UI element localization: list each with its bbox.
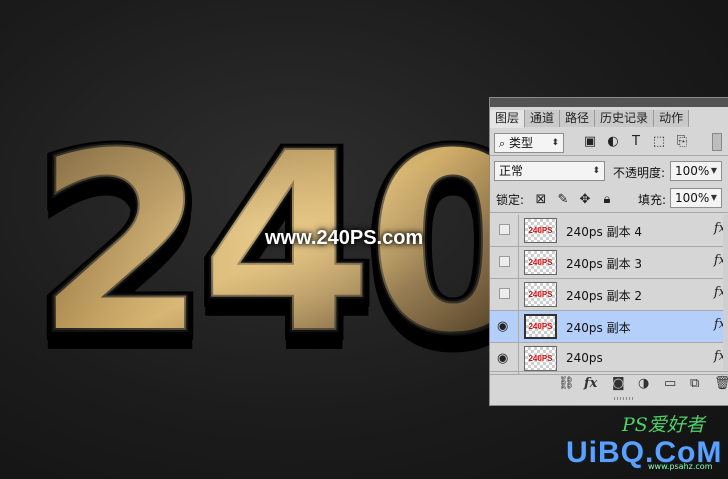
tab-channels[interactable]: 通道 xyxy=(525,110,561,127)
lock-transparent-pixels-icon[interactable]: ⊠ xyxy=(534,192,548,207)
divider xyxy=(490,155,728,156)
opacity-label: 不透明度: xyxy=(613,166,666,180)
lock-image-pixels-icon[interactable]: ✎ xyxy=(556,192,570,207)
watermark-text: www.240PS.com xyxy=(265,227,424,249)
visibility-off-box xyxy=(499,288,510,299)
lock-position-icon[interactable]: ✥ xyxy=(578,192,592,207)
visibility-toggle[interactable]: ◉ xyxy=(490,311,519,342)
site-logo-sub: www.psahz.com xyxy=(648,462,713,471)
lock-all-icon[interactable]: 🔒︎ xyxy=(600,192,614,207)
layer-row[interactable]: 240PS 240ps 副本 3 fx xyxy=(490,247,728,279)
fx-icon[interactable]: fx xyxy=(584,376,597,391)
chevron-down-icon: ▼ xyxy=(710,166,717,175)
shape-filter-icon[interactable]: ⬚ xyxy=(652,134,666,149)
layer-thumbnail: 240PS xyxy=(524,346,557,371)
visibility-toggle[interactable] xyxy=(490,279,519,310)
eye-icon: ◉ xyxy=(497,351,509,366)
mask-icon[interactable]: ◙ xyxy=(612,376,625,391)
layers-panel: 图层 通道 路径 历史记录 动作 ⌕ 类型 ⬍ ▣ ◐ T ⬚ ⎘ 正常 ⬍ 不… xyxy=(489,97,728,406)
tab-layers[interactable]: 图层 xyxy=(490,110,526,128)
lock-label: 锁定: xyxy=(496,193,525,207)
opacity-value: 100% xyxy=(675,164,710,178)
layer-thumbnail: 240PS xyxy=(524,282,557,307)
visibility-toggle[interactable]: ◉ xyxy=(490,343,519,374)
resize-grip[interactable] xyxy=(614,397,634,400)
blend-row: 正常 ⬍ 不透明度: 100% ▼ xyxy=(490,159,728,183)
divider xyxy=(490,212,728,213)
layer-row-selected[interactable]: ◉ 240PS 240ps 副本 fx xyxy=(490,311,728,343)
tab-history[interactable]: 历史记录 xyxy=(595,110,655,127)
trash-icon[interactable]: 🗑︎ xyxy=(714,376,728,391)
layer-name: 240ps 副本 4 xyxy=(566,225,643,239)
chevron-down-icon: ▼ xyxy=(710,193,717,202)
smart-object-filter-icon[interactable]: ⎘ xyxy=(675,134,689,149)
layer-name: 240ps 副本 2 xyxy=(566,289,643,303)
visibility-off-box xyxy=(499,256,510,267)
tab-actions[interactable]: 动作 xyxy=(654,110,690,127)
adjustment-filter-icon[interactable]: ◐ xyxy=(606,134,620,149)
layer-name: 240ps 副本 3 xyxy=(566,257,643,271)
panel-tabs: 图层 通道 路径 历史记录 动作 xyxy=(490,110,690,128)
adjustment-icon[interactable]: ◑ xyxy=(638,376,649,391)
rusty-3d-text: 240 240 240 240 xyxy=(27,94,547,408)
layer-row[interactable]: 240PS 240ps 副本 4 fx xyxy=(490,215,728,247)
lock-row: 锁定: ⊠ ✎ ✥ 🔒︎ 填充: 100% ▼ xyxy=(490,188,728,210)
visibility-toggle[interactable] xyxy=(490,215,519,246)
layer-thumbnail: 240PS xyxy=(524,218,557,243)
filter-type-label: 类型 xyxy=(509,136,534,150)
fill-input[interactable]: 100% ▼ xyxy=(670,188,722,208)
layers-scrollbar[interactable] xyxy=(723,215,728,370)
type-filter-icon[interactable]: T xyxy=(629,134,643,149)
fill-label: 填充: xyxy=(638,193,667,207)
pixel-filter-icon[interactable]: ▣ xyxy=(583,134,597,149)
layer-thumbnail: 240PS xyxy=(524,250,557,275)
tab-paths[interactable]: 路径 xyxy=(560,110,596,127)
link-icon[interactable]: ⛓ xyxy=(558,376,575,391)
panel-header-strip[interactable] xyxy=(490,98,728,107)
panel-footer: ⛓ fx ◙ ◑ ▭ ⧉ 🗑︎ xyxy=(490,374,728,394)
folder-icon[interactable]: ▭ xyxy=(664,376,676,391)
visibility-toggle[interactable] xyxy=(490,247,519,278)
search-icon: ⌕ xyxy=(499,137,506,150)
layer-row[interactable]: 240PS 240ps 副本 2 fx xyxy=(490,279,728,311)
filter-toggle-switch[interactable] xyxy=(712,133,722,151)
blend-mode-select[interactable]: 正常 ⬍ xyxy=(494,161,605,181)
divider xyxy=(490,371,728,372)
layers-list: 240PS 240ps 副本 4 fx 240PS 240ps 副本 3 fx … xyxy=(490,215,728,375)
fill-value: 100% xyxy=(675,191,710,205)
filter-row: ⌕ 类型 ⬍ ▣ ◐ T ⬚ ⎘ xyxy=(490,131,728,155)
site-logo-cn: PS爱好者 xyxy=(622,414,705,436)
new-layer-icon[interactable]: ⧉ xyxy=(690,376,699,391)
layer-name: 240ps xyxy=(566,351,603,365)
up-down-arrow-icon: ⬍ xyxy=(592,166,600,176)
layer-thumbnail: 240PS xyxy=(524,314,557,339)
layer-name: 240ps 副本 xyxy=(566,321,631,335)
up-down-arrow-icon: ⬍ xyxy=(551,138,559,148)
eye-icon: ◉ xyxy=(497,319,509,334)
opacity-input[interactable]: 100% ▼ xyxy=(670,161,722,181)
filter-type-select[interactable]: ⌕ 类型 ⬍ xyxy=(494,133,564,153)
visibility-off-box xyxy=(499,224,510,235)
blend-mode-value: 正常 xyxy=(499,164,524,178)
